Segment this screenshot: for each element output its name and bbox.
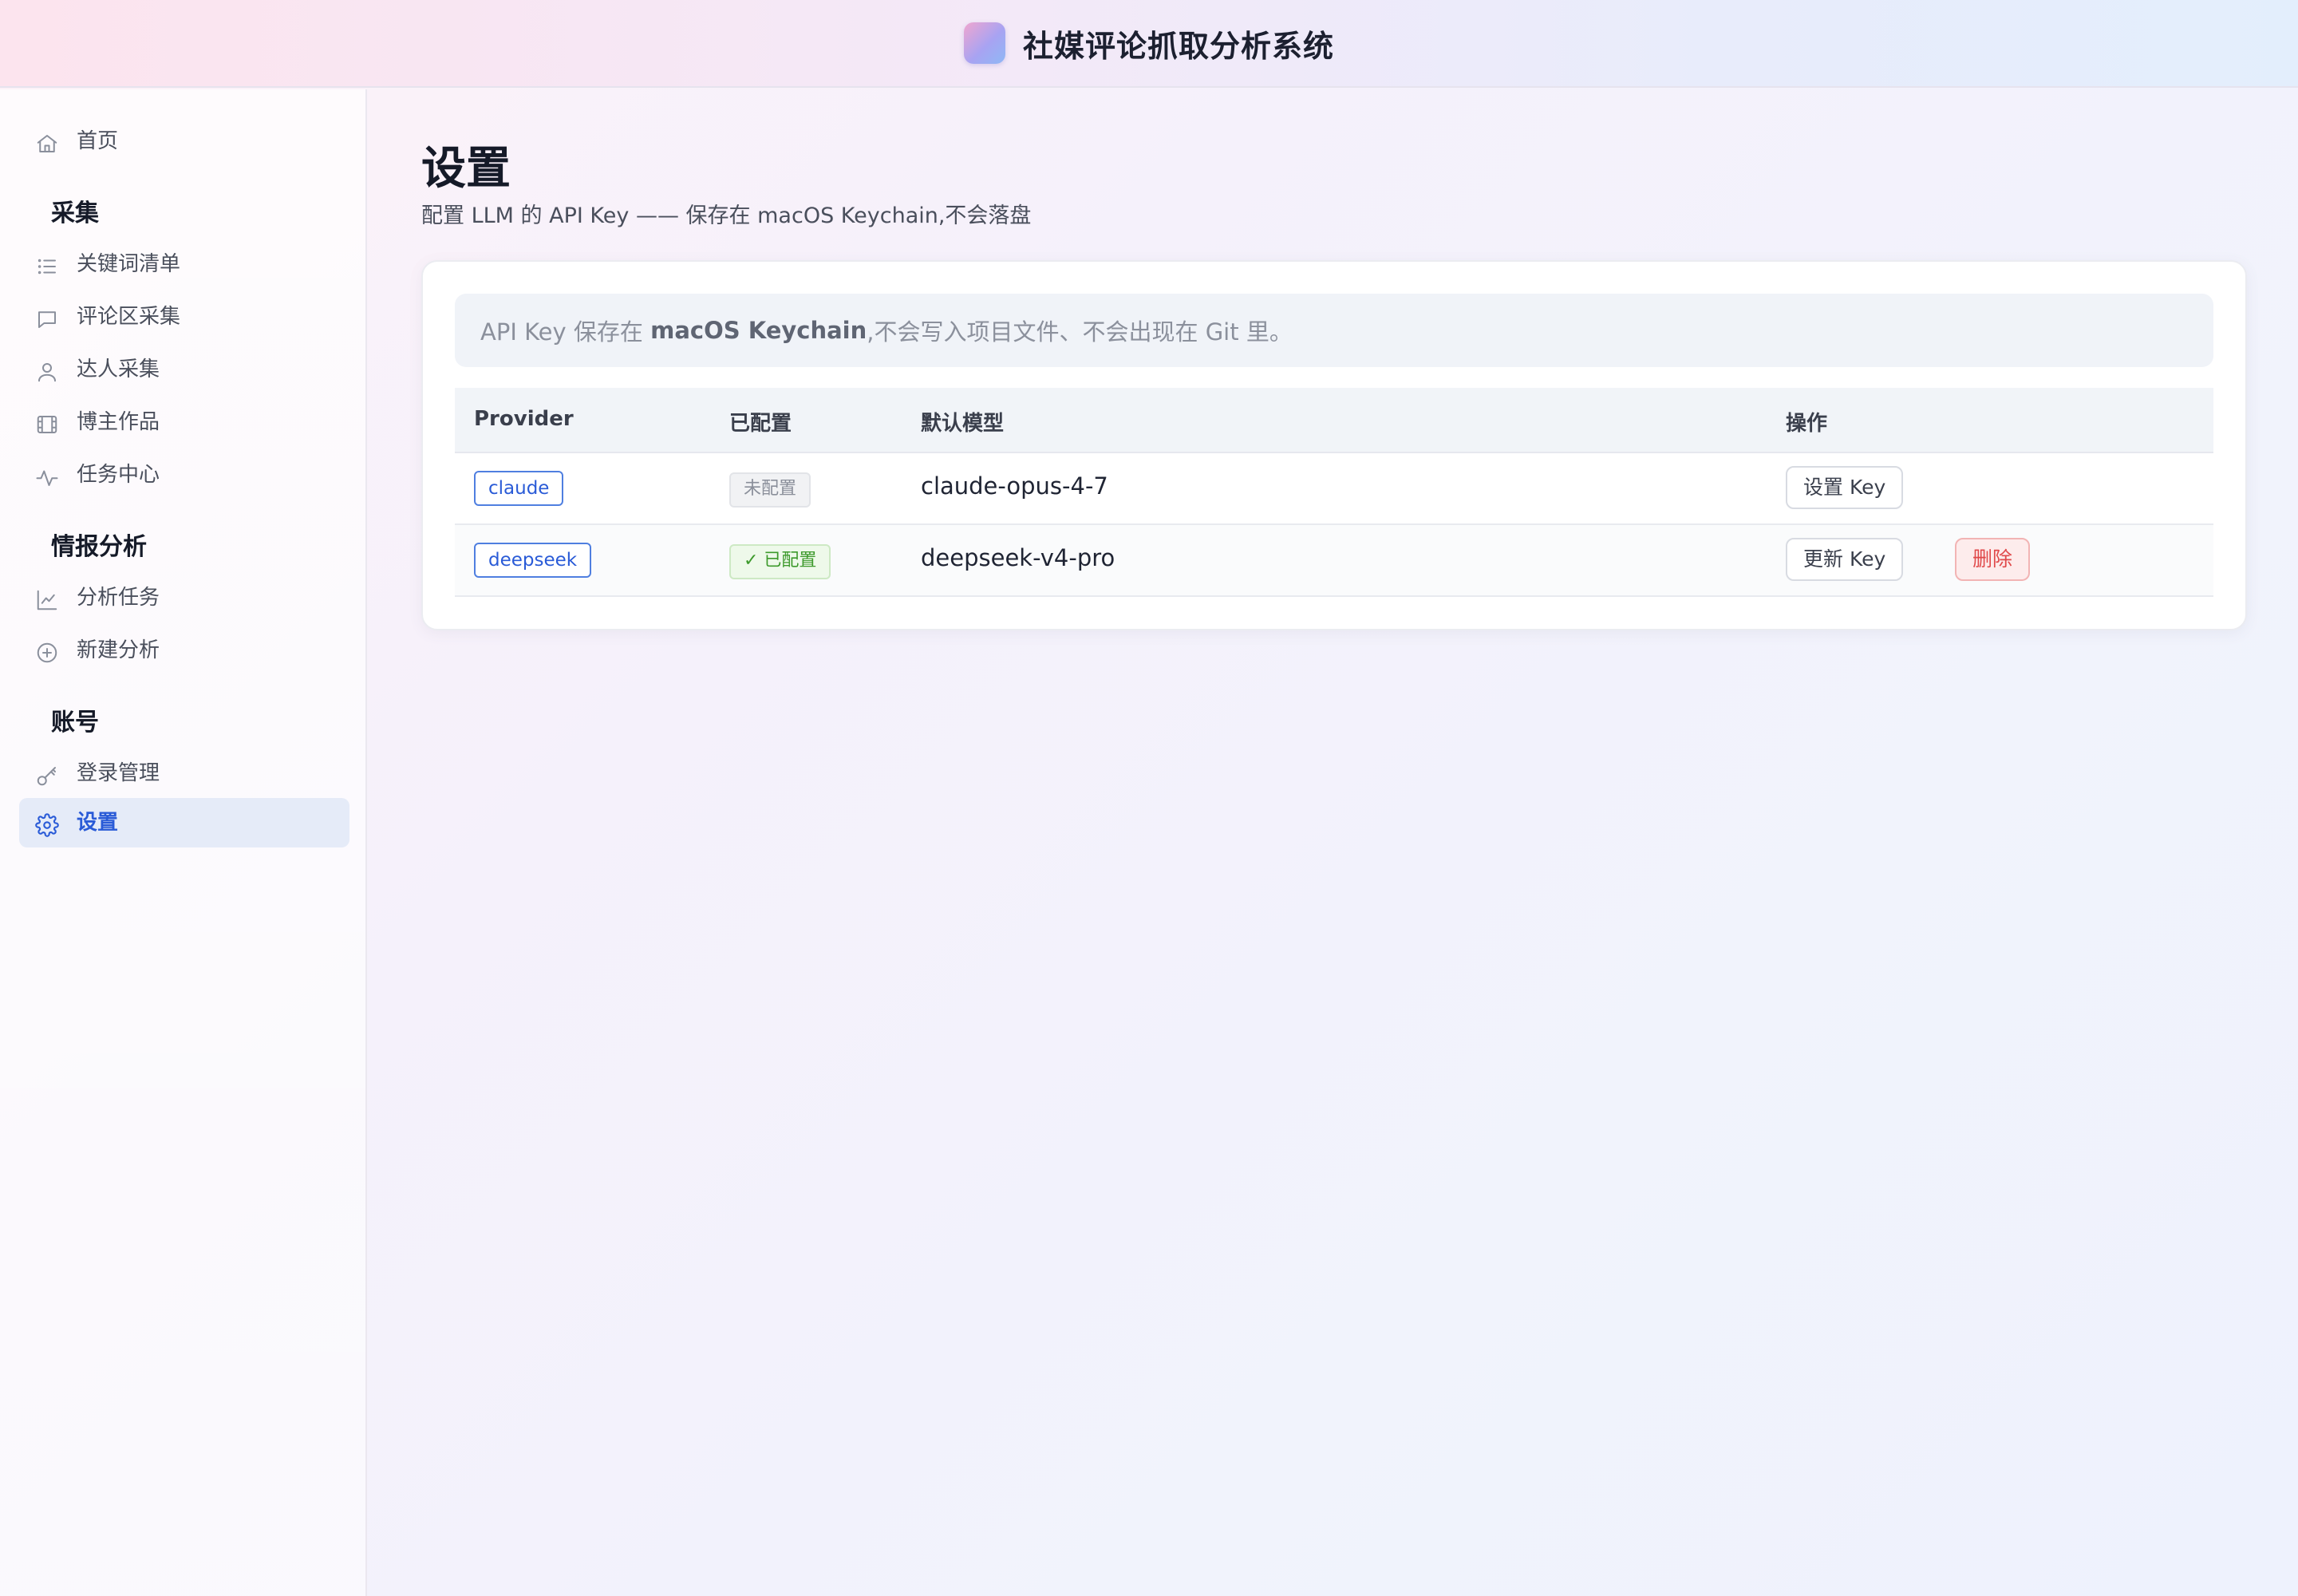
provider-tag: deepseek: [474, 543, 592, 578]
provider-table: Provider 已配置 默认模型 操作 claude 未配置 claude-o…: [455, 388, 2213, 597]
home-icon: [35, 132, 59, 156]
sidebar-item-login[interactable]: 登录管理: [19, 749, 349, 798]
header-default-model: 默认模型: [921, 412, 1005, 436]
sidebar-item-label: 分析任务: [77, 586, 160, 610]
chart-line-icon: [35, 588, 59, 612]
sidebar-item-comments[interactable]: 评论区采集: [19, 292, 349, 342]
brand: 社媒评论抓取分析系统: [963, 22, 1334, 65]
sidebar-item-label: 任务中心: [77, 463, 160, 487]
header-provider: Provider: [474, 407, 574, 431]
table-row: claude 未配置 claude-opus-4-7 设置 Key: [455, 453, 2213, 525]
sidebar-item-works[interactable]: 博主作品: [19, 397, 349, 447]
app-header: 社媒评论抓取分析系统: [0, 0, 2298, 88]
delete-button[interactable]: 删除: [1955, 538, 2031, 581]
set-key-button[interactable]: 设置 Key: [1786, 466, 1904, 509]
default-model: claude-opus-4-7: [921, 472, 1108, 500]
table-header: Provider 已配置 默认模型 操作: [455, 388, 2213, 453]
nav-group-title: 采集: [51, 200, 99, 227]
notice-emphasis: macOS Keychain: [650, 317, 867, 344]
list-icon: [35, 255, 59, 279]
sidebar-item-new-analysis[interactable]: 新建分析: [19, 626, 349, 675]
app-title: 社媒评论抓取分析系统: [1022, 28, 1334, 64]
gear-icon: [35, 813, 59, 837]
table-row: deepseek ✓ 已配置 deepseek-v4-pro 更新 Key 删除: [455, 525, 2213, 597]
api-key-card: API Key 保存在 macOS Keychain ,不会写入项目文件、不会出现…: [421, 260, 2247, 630]
plus-circle-icon: [35, 641, 59, 665]
sidebar-item-influencers[interactable]: 达人采集: [19, 345, 349, 394]
nav-group-title: 账号: [51, 709, 99, 737]
default-model: deepseek-v4-pro: [921, 544, 1115, 571]
header-actions: 操作: [1786, 412, 1828, 436]
provider-tag: claude: [474, 471, 564, 506]
sidebar-item-label: 新建分析: [77, 638, 160, 662]
sidebar-item-label: 评论区采集: [77, 305, 181, 329]
header-configured: 已配置: [729, 412, 792, 436]
sidebar-item-home[interactable]: 首页: [19, 117, 349, 166]
page-description: 配置 LLM 的 API Key —— 保存在 macOS Keychain,不…: [421, 203, 1032, 228]
sidebar-item-task-center[interactable]: 任务中心: [19, 450, 349, 500]
sidebar-item-label: 达人采集: [77, 358, 160, 381]
activity-icon: [35, 465, 59, 489]
sidebar-item-settings[interactable]: 设置: [19, 798, 349, 847]
film-icon: [35, 413, 59, 437]
sidebar-item-label: 登录管理: [77, 761, 160, 785]
page-title: 设置: [421, 143, 511, 195]
notice-prefix: API Key 保存在: [480, 318, 651, 346]
status-badge: 未配置: [729, 472, 811, 508]
comment-icon: [35, 307, 59, 331]
status-badge: ✓ 已配置: [729, 544, 831, 579]
nav-group-title: 情报分析: [51, 533, 147, 561]
key-icon: [35, 764, 59, 788]
keychain-notice: API Key 保存在 macOS Keychain ,不会写入项目文件、不会出现…: [455, 294, 2213, 367]
sidebar-item-label: 博主作品: [77, 410, 160, 434]
sidebar: 首页 采集 关键词清单 评论区采集 达人采集 博主作品 任务中心 情报分析 分析…: [0, 89, 367, 1596]
app-logo-icon: [963, 22, 1005, 64]
sidebar-item-keywords[interactable]: 关键词清单: [19, 239, 349, 289]
sidebar-item-label: 设置: [77, 811, 119, 835]
sidebar-item-label: 关键词清单: [77, 252, 181, 276]
update-key-button[interactable]: 更新 Key: [1786, 538, 1904, 581]
user-icon: [35, 360, 59, 384]
sidebar-item-label: 首页: [77, 129, 119, 153]
sidebar-item-analysis-tasks[interactable]: 分析任务: [19, 573, 349, 622]
notice-suffix: ,不会写入项目文件、不会出现在 Git 里。: [867, 318, 1293, 346]
